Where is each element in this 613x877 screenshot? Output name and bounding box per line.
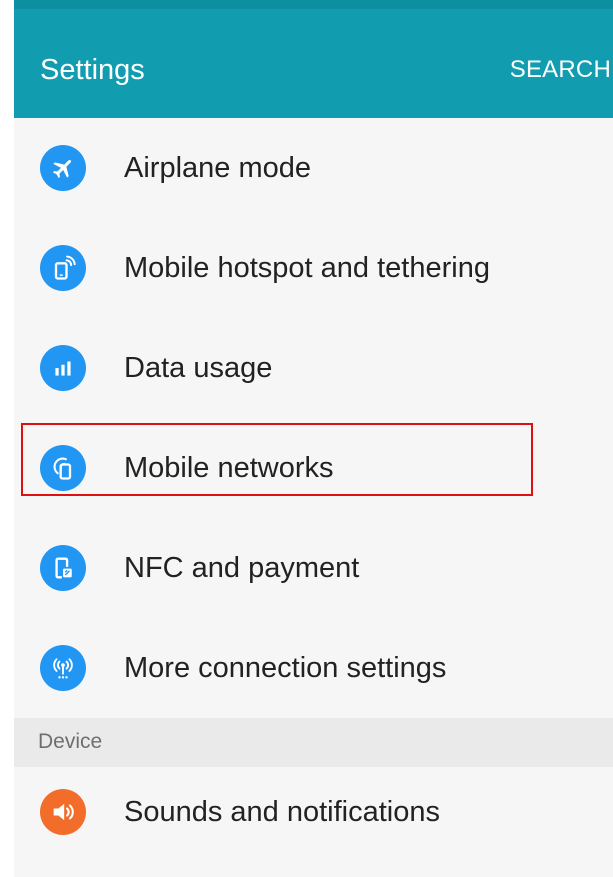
settings-item-data-usage[interactable]: Data usage: [14, 318, 613, 418]
app-bar: Settings SEARCH: [14, 9, 613, 118]
settings-item-mobile-networks[interactable]: Mobile networks: [14, 418, 613, 518]
settings-item-label: More connection settings: [124, 652, 447, 684]
hotspot-icon: [40, 245, 86, 291]
settings-item-label: Airplane mode: [124, 152, 311, 184]
settings-item-label: Mobile hotspot and tethering: [124, 252, 490, 284]
settings-screen: Settings SEARCH Airplane mode Mobile hot…: [14, 0, 613, 877]
settings-item-label: Sounds and notifications: [124, 796, 440, 828]
sound-icon: [40, 789, 86, 835]
settings-list: Airplane mode Mobile hotspot and tetheri…: [14, 118, 613, 867]
status-bar: [14, 0, 613, 9]
settings-item-label: NFC and payment: [124, 552, 360, 584]
page-title: Settings: [40, 54, 145, 86]
data-usage-icon: [40, 345, 86, 391]
nfc-icon: [40, 545, 86, 591]
section-header-label: Device: [38, 730, 103, 753]
mobile-networks-icon: [40, 445, 86, 491]
settings-item-mobile-hotspot[interactable]: Mobile hotspot and tethering: [14, 218, 613, 318]
settings-item-label: Data usage: [124, 352, 273, 384]
settings-item-airplane-mode[interactable]: Airplane mode: [14, 118, 613, 218]
settings-item-more-connection-settings[interactable]: More connection settings: [14, 618, 613, 718]
more-connections-icon: [40, 645, 86, 691]
section-header-device: Device: [14, 718, 613, 767]
settings-item-nfc-payment[interactable]: NFC and payment: [14, 518, 613, 618]
settings-item-label: Mobile networks: [124, 452, 334, 484]
airplane-icon: [40, 145, 86, 191]
settings-item-sounds-notifications[interactable]: Sounds and notifications: [14, 767, 613, 867]
search-button[interactable]: SEARCH: [510, 56, 611, 84]
